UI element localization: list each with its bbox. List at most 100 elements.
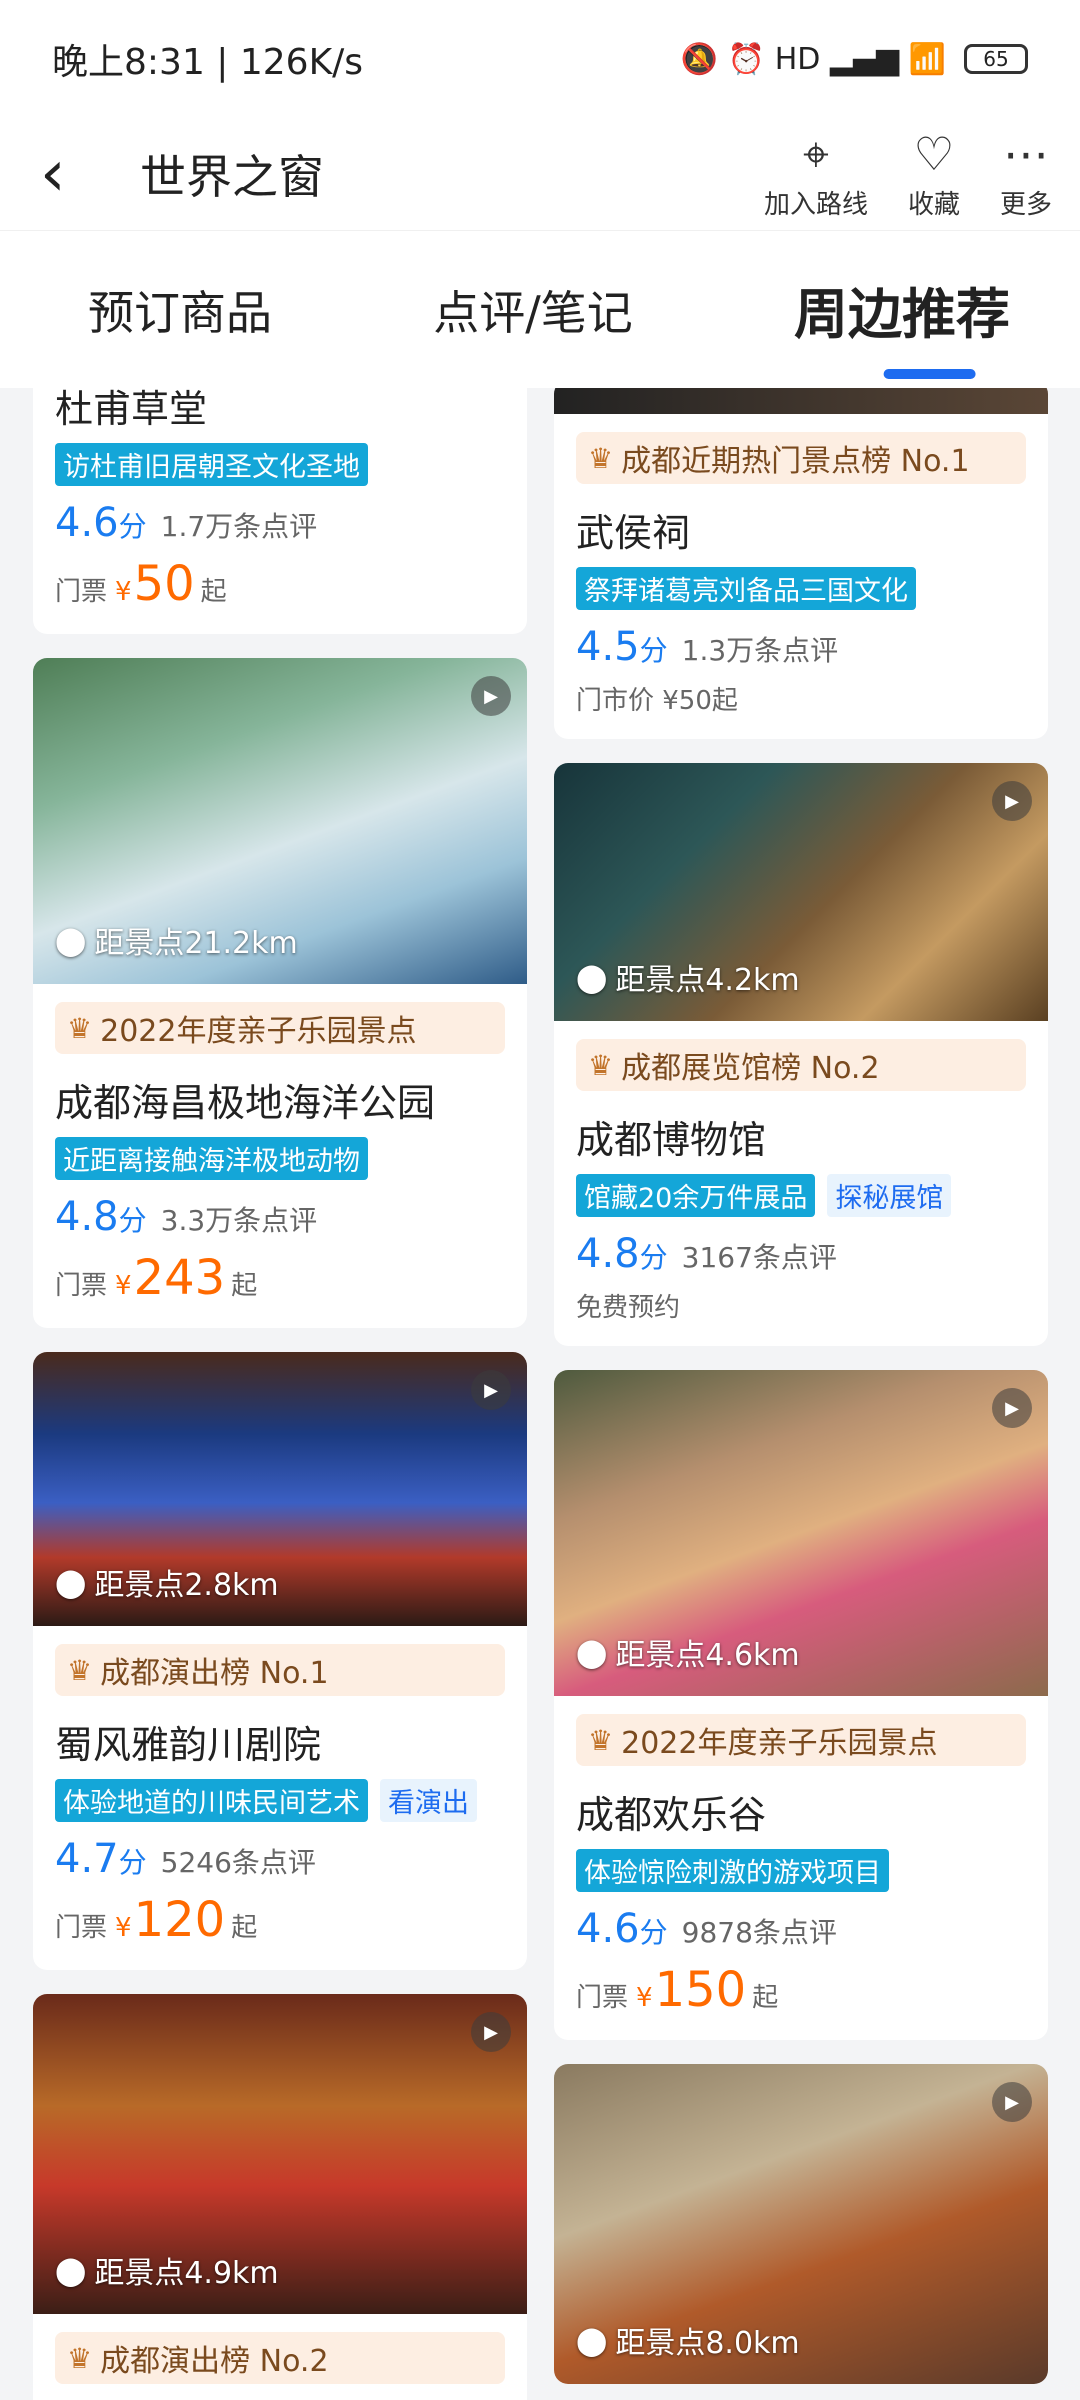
header-actions: ⌖ 加入路线 ♡ 收藏 ⋯ 更多: [764, 128, 1052, 221]
poi-name: 成都博物馆: [576, 1118, 767, 1162]
page-title: 世界之窗: [140, 150, 324, 204]
rank-badge: ♛ 2022年度亲子乐园景点: [576, 1714, 1026, 1766]
rank-text: 成都演出榜 No.1: [100, 1656, 329, 1691]
price-prefix: 门票: [55, 577, 108, 607]
poi-score: 4.8 分 3167条点评: [576, 1231, 1026, 1277]
price-suffix: 起: [231, 1271, 258, 1301]
rank-crown-icon: ♛: [67, 1011, 93, 1045]
review-count: 1.3万条点评: [681, 634, 839, 667]
play-icon[interactable]: ▶: [471, 2012, 511, 2052]
review-count: 1.7万条点评: [160, 510, 318, 543]
distance-label: ⬤ 距景点2.8km: [55, 1560, 279, 1604]
poi-name: 武侯祠: [576, 511, 691, 555]
more-button[interactable]: ⋯ 更多: [1000, 128, 1052, 221]
score-unit: 分: [118, 510, 147, 543]
play-icon[interactable]: ▶: [471, 1370, 511, 1410]
distance-label: ⬤ 距景点4.2km: [576, 955, 800, 999]
location-pin-icon: ⬤: [55, 923, 87, 957]
distance-label: ⬤ 距景点4.9km: [55, 2248, 279, 2292]
poi-card[interactable]: ▶ ⬤ 距景点4.9km ♛ 成都演出榜 No.2: [33, 1994, 527, 2400]
poi-card[interactable]: ♛ 成都近期热门景点榜 No.1 武侯祠 祭拜诸葛亮刘备品三国文化 4.5 分 1…: [554, 388, 1048, 739]
score-unit: 分: [118, 1204, 147, 1237]
distance-text: 距景点4.2km: [615, 963, 800, 998]
rank-crown-icon: ♛: [588, 1048, 614, 1082]
status-icons: 🔕 ⏰ HD ▂▄▆ 📶 65: [681, 42, 1028, 77]
poi-tag-light[interactable]: 看演出: [380, 1779, 477, 1822]
distance-text: 距景点4.6km: [615, 1638, 800, 1673]
rank-text: 成都近期热门景点榜 No.1: [621, 444, 970, 479]
header: ‹ 世界之窗 ⌖ 加入路线 ♡ 收藏 ⋯ 更多: [0, 118, 1080, 230]
back-arrow-icon[interactable]: ‹: [40, 142, 120, 206]
poi-tag: 馆藏20余万件展品: [576, 1174, 816, 1217]
poi-card[interactable]: 杜甫草堂 访杜甫旧居朝圣文化圣地 4.6 分 1.7万条点评 门票 ¥50 起: [33, 388, 527, 634]
status-bar: 晚上8:31 | 126K/s 🔕 ⏰ HD ▂▄▆ 📶 65: [0, 0, 1080, 118]
poi-tag-light[interactable]: 探秘展馆: [827, 1174, 952, 1217]
price-suffix: 起: [200, 577, 227, 607]
distance-text: 距景点21.2km: [94, 926, 298, 961]
poi-photo: ▶ ⬤ 距景点4.2km: [554, 763, 1048, 1021]
nearby-feed[interactable]: 杜甫草堂 访杜甫旧居朝圣文化圣地 4.6 分 1.7万条点评 门票 ¥50 起 ▶ …: [0, 388, 1080, 2400]
feed-column-left: 杜甫草堂 访杜甫旧居朝圣文化圣地 4.6 分 1.7万条点评 门票 ¥50 起 ▶ …: [33, 388, 527, 2400]
distance-text: 距景点2.8km: [94, 1568, 279, 1603]
poi-card[interactable]: ▶ ⬤ 距景点4.6km ♛ 2022年度亲子乐园景点 成都欢乐谷 体验惊险刺激的游…: [554, 1370, 1048, 2040]
poi-score: 4.8 分 3.3万条点评: [55, 1194, 505, 1240]
status-indicator-icons: 🔕 ⏰ HD ▂▄▆ 📶: [680, 41, 946, 77]
battery-icon: 65: [964, 44, 1028, 74]
poi-score: 4.5 分 1.3万条点评: [576, 624, 1026, 670]
location-pin-icon: ⬤: [576, 960, 608, 994]
review-count: 9878条点评: [681, 1916, 837, 1949]
more-label: 更多: [999, 189, 1052, 220]
play-icon[interactable]: ▶: [992, 781, 1032, 821]
poi-photo: ▶ ⬤ 距景点21.2km: [33, 658, 527, 984]
rank-badge: ♛ 成都演出榜 No.1: [55, 1644, 505, 1696]
score-unit: 分: [639, 1916, 668, 1949]
tab-booking[interactable]: 预订商品: [88, 277, 272, 343]
poi-name: 杜甫草堂: [55, 388, 208, 431]
tab-bar: 预订商品 点评/笔记 周边推荐: [0, 230, 1080, 388]
favorite-button[interactable]: ♡ 收藏: [908, 128, 960, 221]
battery-level: 65: [983, 47, 1009, 71]
score-unit: 分: [639, 1241, 668, 1274]
tab-nearby[interactable]: 周边推荐: [794, 270, 1010, 349]
favorite-label: 收藏: [907, 189, 960, 220]
price-suffix: 起: [231, 1913, 258, 1943]
score-value: 4.8: [576, 1231, 640, 1277]
poi-name: 成都海昌极地海洋公园: [55, 1081, 436, 1125]
add-to-route-button[interactable]: ⌖ 加入路线: [764, 128, 868, 221]
price-value: 150: [654, 1962, 747, 2018]
location-pin-icon: ⬤: [576, 2323, 608, 2357]
rank-text: 2022年度亲子乐园景点: [621, 1726, 938, 1761]
play-icon[interactable]: ▶: [992, 2082, 1032, 2122]
rank-text: 2022年度亲子乐园景点: [100, 1014, 417, 1049]
poi-tag: 祭拜诸葛亮刘备品三国文化: [576, 567, 916, 610]
rank-badge: ♛ 成都演出榜 No.2: [55, 2332, 505, 2384]
poi-card[interactable]: ▶ ⬤ 距景点8.0km: [554, 2064, 1048, 2384]
price-currency: ¥: [636, 1983, 653, 2013]
price-currency: ¥: [115, 1913, 132, 1943]
play-icon[interactable]: ▶: [992, 1388, 1032, 1428]
poi-price: 门市价 ¥50起: [576, 686, 738, 716]
distance-text: 距景点8.0km: [615, 2326, 800, 2361]
location-pin-icon: ⬤: [55, 2253, 87, 2287]
poi-price: 门票 ¥50 起: [55, 556, 505, 612]
poi-card[interactable]: ▶ ⬤ 距景点21.2km ♛ 2022年度亲子乐园景点 成都海昌极地海洋公园 近距…: [33, 658, 527, 1328]
poi-price: 门票 ¥120 起: [55, 1892, 505, 1948]
rank-crown-icon: ♛: [588, 1723, 614, 1757]
review-count: 3.3万条点评: [160, 1204, 318, 1237]
score-value: 4.5: [576, 624, 640, 670]
price-prefix: 门票: [55, 1271, 108, 1301]
poi-card[interactable]: ▶ ⬤ 距景点4.2km ♛ 成都展览馆榜 No.2 成都博物馆 馆藏20余万件展品…: [554, 763, 1048, 1346]
review-count: 5246条点评: [160, 1846, 316, 1879]
poi-tag: 体验惊险刺激的游戏项目: [576, 1849, 889, 1892]
rank-text: 成都演出榜 No.2: [100, 2344, 329, 2379]
poi-photo: ▶ ⬤ 距景点8.0km: [554, 2064, 1048, 2384]
poi-card[interactable]: ▶ ⬤ 距景点2.8km ♛ 成都演出榜 No.1 蜀风雅韵川剧院 体验地道的川味民…: [33, 1352, 527, 1970]
play-icon[interactable]: ▶: [471, 676, 511, 716]
poi-score: 4.6 分 1.7万条点评: [55, 500, 505, 546]
tab-reviews[interactable]: 点评/笔记: [433, 277, 633, 343]
review-count: 3167条点评: [681, 1241, 837, 1274]
distance-text: 距景点4.9km: [94, 2256, 279, 2291]
price-prefix: 门票: [576, 1983, 629, 2013]
distance-label: ⬤ 距景点8.0km: [576, 2318, 800, 2362]
poi-score: 4.6 分 9878条点评: [576, 1906, 1026, 1952]
